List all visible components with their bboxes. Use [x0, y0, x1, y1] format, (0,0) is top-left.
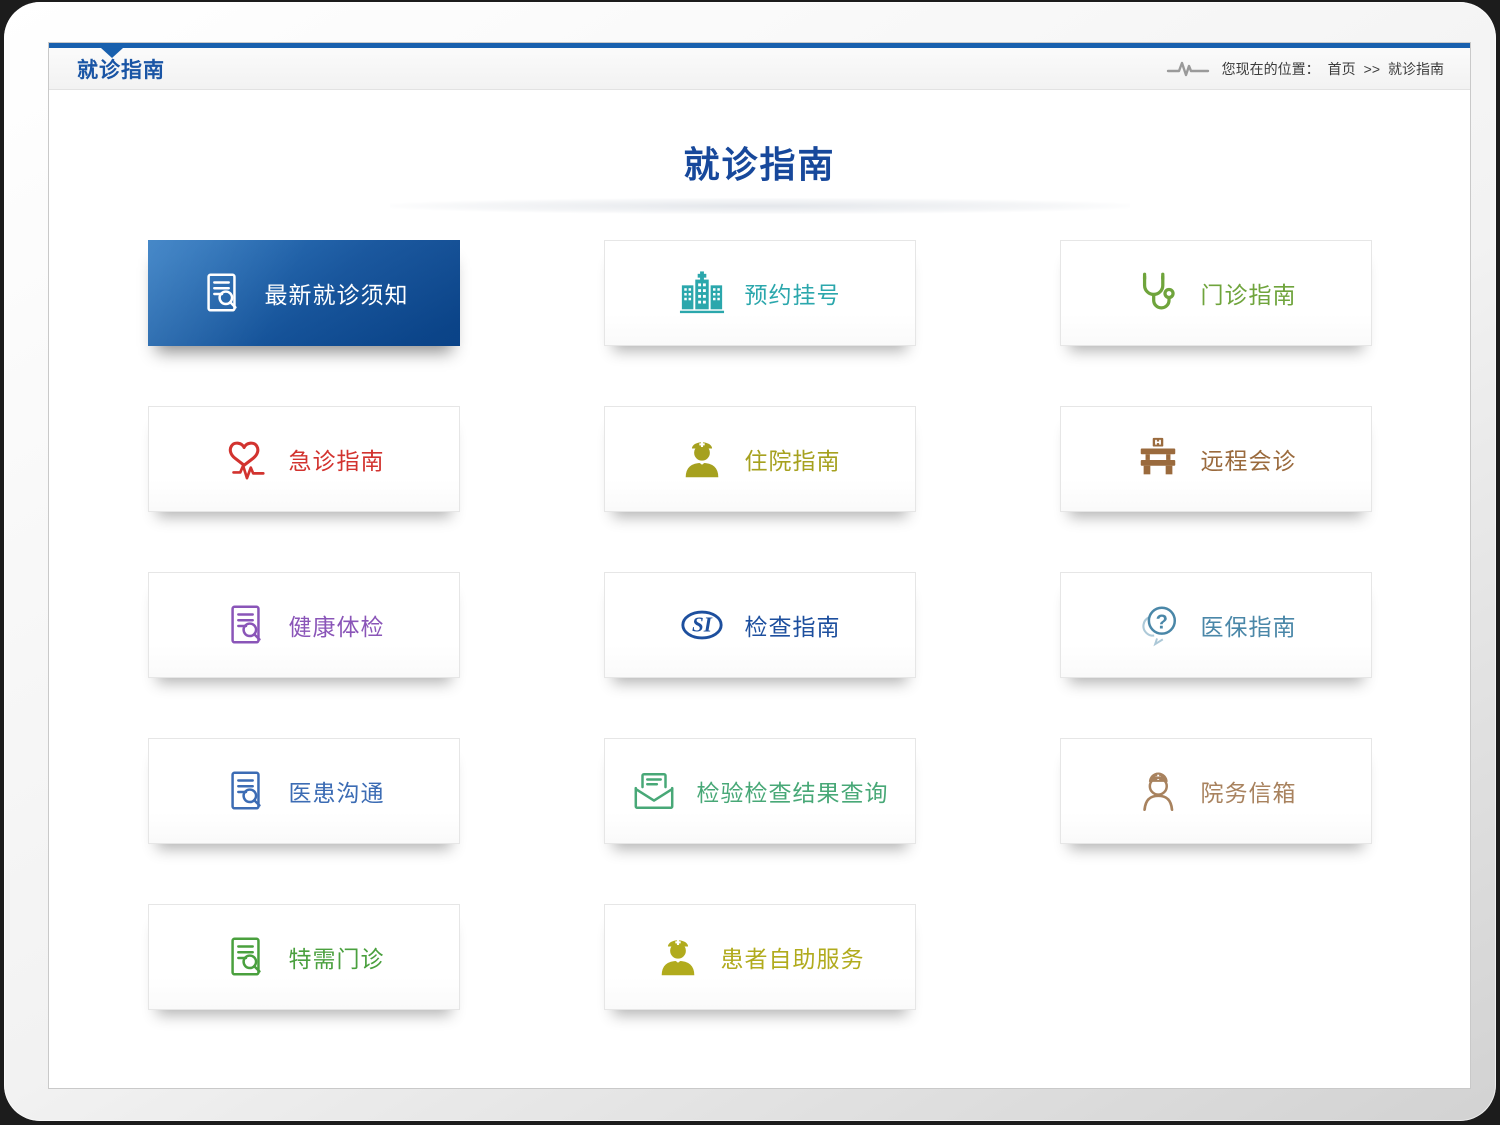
guide-card-label: 住院指南	[744, 448, 841, 474]
guide-card-label: 远程会诊	[1200, 448, 1297, 474]
si-logo-icon: SI	[679, 602, 725, 648]
document-search-icon	[223, 602, 269, 648]
device-frame: 就诊指南 您现在的位置： 首页 >> 就诊指南 就诊指南 最新就诊须知 预约挂号…	[4, 2, 1496, 1121]
nurse-icon	[655, 934, 701, 980]
guide-card[interactable]: 健康体检	[147, 572, 460, 678]
ecg-pulse-icon	[1166, 59, 1210, 79]
guide-card[interactable]: 院务信箱	[1059, 738, 1372, 844]
guide-card-label: 门诊指南	[1200, 282, 1297, 308]
guide-card-label: 急诊指南	[288, 448, 385, 474]
guide-card[interactable]: 患者自助服务	[603, 904, 916, 1010]
guide-card[interactable]: 特需门诊	[147, 904, 460, 1010]
guide-card[interactable]: 医患沟通	[147, 738, 460, 844]
content-panel: 就诊指南 您现在的位置： 首页 >> 就诊指南 就诊指南 最新就诊须知 预约挂号…	[48, 42, 1471, 1089]
page-title: 就诊指南	[683, 144, 836, 185]
breadcrumb-separator: >>	[1363, 60, 1380, 77]
breadcrumb-home-link[interactable]: 首页	[1328, 59, 1356, 79]
guide-card[interactable]: 急诊指南	[147, 406, 460, 512]
hospital-buildings-icon	[679, 270, 725, 316]
svg-text:SI: SI	[692, 613, 713, 637]
question-bubbles-icon: ?	[1135, 602, 1181, 648]
breadcrumb-prefix: 您现在的位置：	[1221, 60, 1320, 77]
guide-card[interactable]: ? 医保指南	[1059, 572, 1372, 678]
stethoscope-icon	[1135, 270, 1181, 316]
svg-text:?: ?	[1155, 611, 1167, 633]
breadcrumb: 您现在的位置： 首页 >> 就诊指南	[1166, 59, 1444, 79]
header-arrow-marker	[101, 48, 123, 58]
guide-card-label: 医患沟通	[288, 780, 385, 806]
guide-card[interactable]: 门诊指南	[1059, 240, 1372, 346]
envelope-letter-icon	[631, 768, 677, 814]
guide-card[interactable]: 预约挂号	[603, 240, 916, 346]
title-shadow-divider	[389, 198, 1130, 214]
guide-card-label: 检查指南	[744, 614, 841, 640]
section-title: 就诊指南	[77, 58, 165, 82]
guide-card[interactable]: 远程会诊	[1059, 406, 1372, 512]
guide-card[interactable]: 住院指南	[603, 406, 916, 512]
guide-card-label: 患者自助服务	[720, 946, 865, 972]
document-search-icon	[223, 934, 269, 980]
guide-card-label: 预约挂号	[744, 282, 841, 308]
guide-card-label: 检验检查结果查询	[696, 780, 889, 806]
document-search-icon	[199, 270, 245, 316]
breadcrumb-current: 就诊指南	[1388, 60, 1444, 77]
guide-card-label: 院务信箱	[1200, 780, 1297, 806]
doctor-icon	[1135, 768, 1181, 814]
guide-card-label: 健康体检	[288, 614, 385, 640]
guide-grid: 最新就诊须知 预约挂号 门诊指南 急诊指南 住院指南 远程会诊 健康体检 SI …	[147, 240, 1372, 1010]
hospital-flag-icon	[1135, 436, 1181, 482]
nurse-icon	[679, 436, 725, 482]
document-search-icon	[223, 768, 269, 814]
guide-card-label: 医保指南	[1200, 614, 1297, 640]
heart-ecg-icon	[223, 436, 269, 482]
guide-card[interactable]: 检验检查结果查询	[603, 738, 916, 844]
guide-card-label: 特需门诊	[288, 946, 385, 972]
guide-card[interactable]: SI 检查指南	[603, 572, 916, 678]
guide-card-label: 最新就诊须知	[264, 282, 409, 308]
guide-card[interactable]: 最新就诊须知	[147, 240, 460, 346]
page-header: 就诊指南 您现在的位置： 首页 >> 就诊指南	[49, 43, 1470, 90]
